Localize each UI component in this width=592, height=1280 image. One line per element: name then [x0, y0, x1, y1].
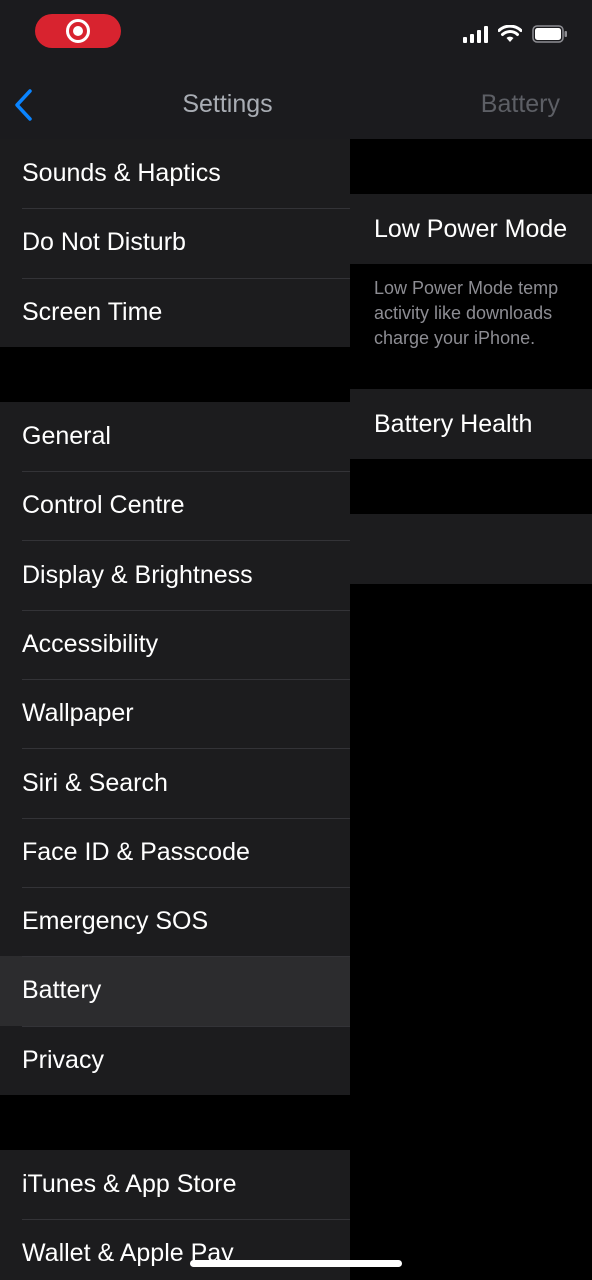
status-icons [463, 25, 568, 43]
group-spacer [0, 346, 350, 402]
battery-health-row[interactable]: Battery Health [350, 389, 592, 459]
settings-item-itunes-app-store[interactable]: iTunes & App Store [0, 1150, 350, 1219]
navigation-bar: Settings Battery [0, 70, 592, 139]
settings-item-accessibility[interactable]: Accessibility [0, 609, 350, 679]
settings-group: Sounds & Haptics Do Not Disturb Screen T… [0, 139, 350, 347]
footer-line: activity like downloads [374, 303, 553, 323]
settings-list: Sounds & Haptics Do Not Disturb Screen T… [0, 139, 350, 1280]
battery-icon [532, 25, 568, 43]
settings-item-general[interactable]: General [0, 402, 350, 471]
home-indicator[interactable] [190, 1260, 402, 1267]
wifi-icon [498, 25, 522, 43]
group-spacer [0, 1094, 350, 1150]
settings-item-wallpaper[interactable]: Wallpaper [0, 679, 350, 748]
low-power-mode-footer: Low Power Mode temp activity like downlo… [374, 276, 592, 351]
blank-row [350, 514, 592, 584]
screen-recording-indicator[interactable] [35, 14, 121, 48]
status-bar [0, 0, 592, 70]
detail-title: Battery [480, 90, 560, 118]
settings-item-battery[interactable]: Battery [0, 956, 350, 1026]
settings-item-sounds-haptics[interactable]: Sounds & Haptics [0, 139, 350, 208]
footer-line: charge your iPhone. [374, 328, 536, 348]
signal-icon [463, 25, 488, 43]
low-power-mode-row[interactable]: Low Power Mode [350, 194, 592, 264]
settings-item-wallet-apple-pay[interactable]: Wallet & Apple Pay [0, 1219, 350, 1280]
settings-item-privacy[interactable]: Privacy [0, 1025, 350, 1095]
page-title: Settings [182, 90, 273, 118]
settings-item-control-centre[interactable]: Control Centre [0, 471, 350, 540]
record-icon [66, 19, 90, 43]
settings-group: General Control Centre Display & Brightn… [0, 401, 350, 1095]
settings-item-siri-search[interactable]: Siri & Search [0, 748, 350, 817]
settings-item-do-not-disturb[interactable]: Do Not Disturb [0, 208, 350, 277]
settings-item-face-id-passcode[interactable]: Face ID & Passcode [0, 817, 350, 887]
battery-detail-pane: Low Power Mode Low Power Mode temp activ… [350, 139, 592, 1280]
settings-item-screen-time[interactable]: Screen Time [0, 277, 350, 347]
footer-line: Low Power Mode temp [374, 278, 559, 298]
settings-item-display-brightness[interactable]: Display & Brightness [0, 540, 350, 609]
settings-item-emergency-sos[interactable]: Emergency SOS [0, 886, 350, 956]
